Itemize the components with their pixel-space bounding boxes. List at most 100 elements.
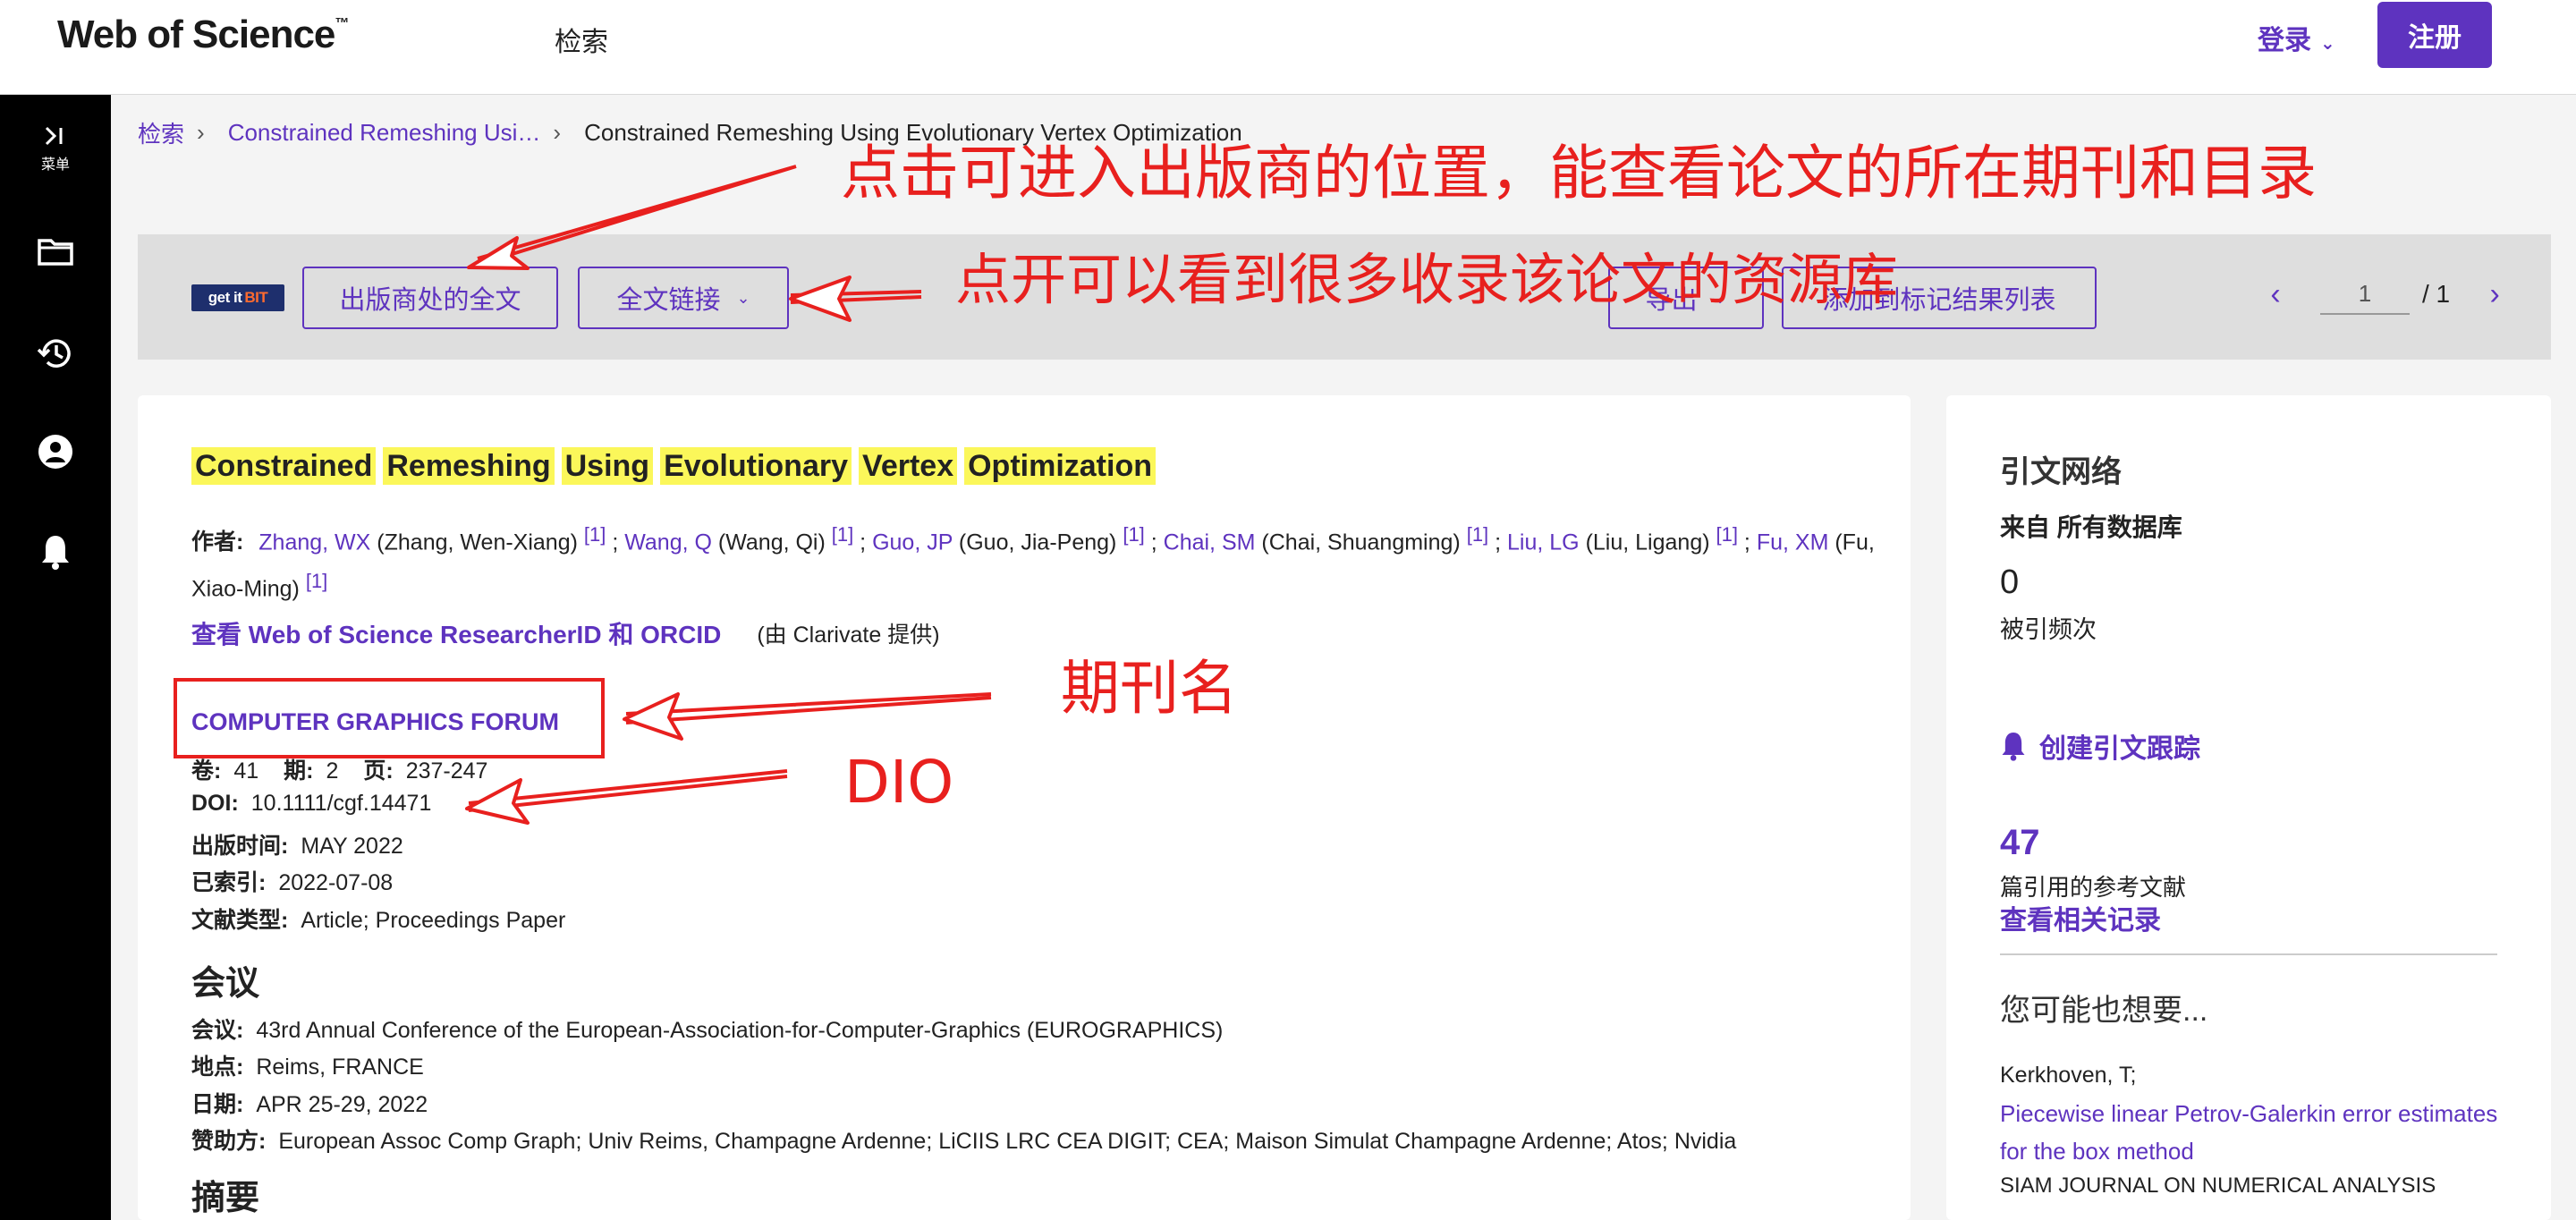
record-card: Constrained Remeshing Using Evolutionary Ver… [138,395,1911,1220]
volume-label: 卷: [191,758,222,784]
location-row: 地点: Reims, FRANCE [191,1049,424,1081]
annotation-journal-note: 期刊名 [1061,654,1238,723]
chevron-down-icon: ⌄ [2320,34,2335,54]
sidebar-divider [2000,953,2497,955]
authors-label: 作者: [191,530,244,555]
author-affiliation-ref[interactable]: [1] [832,523,853,546]
author-affiliation-ref[interactable]: [1] [1467,523,1488,546]
author-link[interactable]: Guo, JP [872,530,953,555]
sponsor-value: European Assoc Comp Graph; Univ Reims, C… [278,1129,1737,1154]
getit-text: get it [208,289,242,306]
author-fullname: (Liu, Ligang) [1585,530,1710,555]
citation-network-panel: 引文网络 来自 所有数据库 0 被引频次 创建引文跟踪 47 篇引用的参考文献 … [1946,395,2551,1220]
chevron-right-icon: › [197,119,205,146]
published-value: MAY 2022 [301,834,403,859]
title-word: Evolutionary [660,447,852,485]
published-row: 出版时间: MAY 2022 [191,828,403,860]
author-link[interactable]: Zhang, WX [258,530,370,555]
author-fullname: (Zhang, Wen-Xiang) [377,530,578,555]
title-word: Constrained [191,447,377,485]
pages-label: 页: [363,758,394,784]
nav-search-link[interactable]: 检索 [555,20,608,59]
breadcrumb-results[interactable]: Constrained Remeshing Usi… [228,119,541,147]
register-button[interactable]: 注册 [2377,2,2492,68]
indexed-value: 2022-07-08 [278,870,394,895]
published-label: 出版时间: [191,834,289,859]
conference-row: 会议: 43rd Annual Conference of the Europea… [191,1012,1223,1045]
rail-item-folders[interactable] [0,236,111,267]
author-affiliation-ref[interactable]: [1] [1716,523,1738,546]
rail-item-history[interactable] [0,335,111,372]
menu-expand-icon [45,126,63,146]
author-affiliation-ref[interactable]: [1] [306,570,327,592]
getit-brand: BIT [244,289,268,306]
doi-value: 10.1111/cgf.14471 [250,791,432,816]
rail-item-account[interactable] [0,433,111,470]
author-link[interactable]: Chai, SM [1164,530,1256,555]
login-label: 登录 [2258,26,2311,55]
conference-value: 43rd Annual Conference of the European-A… [256,1018,1224,1043]
author-fullname: (Wang, Qi) [717,530,826,555]
author-affiliation-ref[interactable]: [1] [1123,523,1144,546]
issue-value: 2 [326,758,339,784]
record-title: Constrained Remeshing Using Evolutionary Ver… [191,447,1163,485]
view-related-records-link[interactable]: 查看相关记录 [2000,898,2161,937]
date-label: 日期: [191,1092,244,1117]
bell-icon [2002,733,2025,761]
top-header: Web of Science™ 检索 登录 ⌄ 注册 [0,0,2576,95]
create-citation-alert-link[interactable]: 创建引文跟踪 [2000,726,2200,766]
author-link[interactable]: Wang, Q [624,530,712,555]
fulltext-links-label: 全文链接 [616,286,721,315]
doctype-value: Article; Proceedings Paper [301,908,566,933]
author-link[interactable]: Liu, LG [1507,530,1580,555]
breadcrumb-search[interactable]: 检索 [138,116,184,149]
abstract-heading: 摘要 [191,1180,260,1217]
citation-source: 来自 所有数据库 [2000,513,2182,541]
page-number-input[interactable] [2320,274,2410,315]
you-may-also-like-heading: 您可能也想要... [2000,994,2208,1028]
authors-list: 作者: Zhang, WX (Zhang, Wen-Xiang) [1] ; W… [191,523,1875,602]
recommended-journal: SIAM JOURNAL ON NUMERICAL ANALYSIS [2000,1173,2436,1198]
web-of-science-logo[interactable]: Web of Science™ [57,13,349,57]
author-affiliation-ref[interactable]: [1] [584,523,606,546]
citation-count-label: 被引频次 [2000,616,2097,643]
author-fullname: (Chai, Shuangming) [1261,530,1461,555]
chevron-right-icon[interactable]: › [2477,277,2512,312]
page-total: / 1 [2422,280,2451,308]
researcher-row: 查看 Web of Science ResearcherID 和 ORCID (… [191,615,940,651]
doi-label: DOI: [191,791,239,816]
chevron-left-icon[interactable]: ‹ [2258,277,2293,312]
title-word: Using [561,447,654,485]
title-word: Remeshing [383,447,555,485]
indexed-label: 已索引: [191,870,267,895]
rail-menu-toggle[interactable]: 菜单 [0,125,111,174]
logo-trademark: ™ [335,16,349,31]
sponsor-label: 赞助方: [191,1129,267,1154]
journal-highlight-box [174,678,605,758]
create-citation-alert-label: 创建引文跟踪 [2039,734,2200,764]
location-label: 地点: [191,1055,244,1080]
location-value: Reims, FRANCE [256,1055,424,1080]
author-fullname: (Guo, Jia-Peng) [958,530,1117,555]
account-icon [38,435,72,469]
recommended-title-link[interactable]: Piecewise linear Petrov-Galerkin error e… [2000,1095,2501,1170]
logo-text: Web of Science [57,13,335,56]
date-value: APR 25-29, 2022 [256,1092,428,1117]
cited-references-count[interactable]: 47 [2000,823,2040,863]
history-icon [37,339,71,368]
rail-item-alerts[interactable] [0,533,111,571]
conference-heading: 会议 [191,965,260,1003]
login-menu[interactable]: 登录 ⌄ [2258,18,2335,57]
researcher-id-link[interactable]: 查看 Web of Science ResearcherID 和 ORCID [191,615,721,651]
record-pager: ‹ / 1 › [2258,274,2512,315]
annotation-doi-note: DIO [844,748,954,817]
doi-row: DOI: 10.1111/cgf.14471 [191,791,431,817]
issue-label: 期: [284,758,314,784]
fulltext-links-dropdown[interactable]: 全文链接 ⌄ [578,267,789,329]
conference-label: 会议: [191,1018,244,1043]
citation-count: 0 [2000,563,2020,601]
get-it-bit-button[interactable]: get it BIT [191,284,284,311]
doctype-label: 文献类型: [191,908,289,933]
publisher-fulltext-button[interactable]: 出版商处的全文 [302,267,558,329]
author-link[interactable]: Fu, XM [1757,530,1829,555]
